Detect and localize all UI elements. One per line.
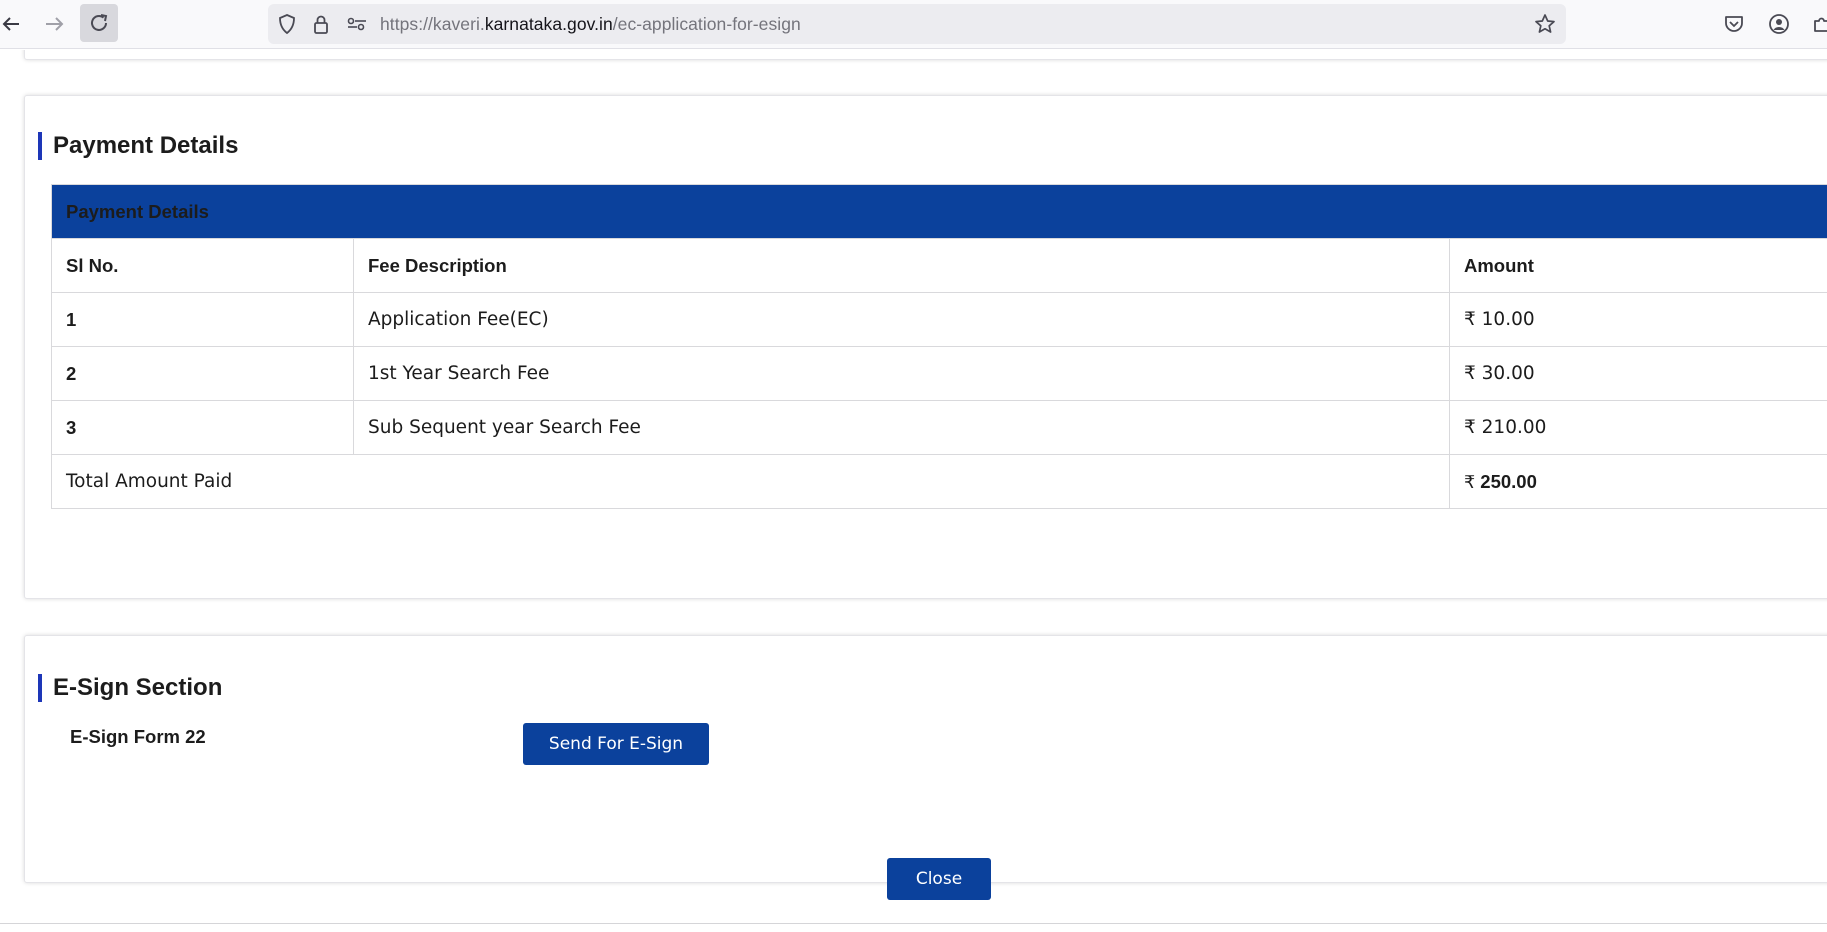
lock-icon[interactable] <box>310 13 332 35</box>
row-fee-description: Application Fee(EC) <box>353 292 1450 347</box>
account-icon[interactable] <box>1767 12 1791 36</box>
row-sl-no: 1 <box>51 292 354 347</box>
page-content: Payment Details Payment Details Sl No. F… <box>0 50 1827 932</box>
browser-toolbar: https://kaveri.karnataka.gov.in/ec-appli… <box>0 0 1827 49</box>
esign-card: E-Sign Section E-Sign Form 22 Send For E… <box>24 635 1827 883</box>
close-button[interactable]: Close <box>887 858 991 900</box>
payment-table-header: Payment Details <box>51 184 1827 239</box>
permissions-icon[interactable] <box>345 13 369 35</box>
row-sl-no: 2 <box>51 346 354 401</box>
payment-table: Payment Details Sl No. Fee Description A… <box>51 184 1827 509</box>
total-currency: ₹ <box>1464 472 1476 493</box>
column-header-amount: Amount <box>1449 238 1827 293</box>
tracking-shield-icon[interactable] <box>276 13 298 35</box>
url-text[interactable]: https://kaveri.karnataka.gov.in/ec-appli… <box>380 14 801 35</box>
payment-section-title: Payment Details <box>38 132 238 160</box>
table-row: 1 Application Fee(EC) ₹ 10.00 <box>51 292 1827 347</box>
previous-card <box>24 50 1827 60</box>
total-amount: 250.00 <box>1480 470 1537 492</box>
payment-details-card: Payment Details Payment Details Sl No. F… <box>24 95 1827 599</box>
forward-arrow-icon[interactable] <box>40 8 70 40</box>
column-header-fee-description: Fee Description <box>353 238 1450 293</box>
row-amount: ₹ 210.00 <box>1449 400 1827 455</box>
url-path: /ec-application-for-esign <box>612 14 801 34</box>
payment-table-title: Payment Details <box>51 184 1827 239</box>
total-label: Total Amount Paid <box>51 454 1450 509</box>
reload-icon[interactable] <box>80 4 118 42</box>
row-sl-no: 3 <box>51 400 354 455</box>
extensions-icon[interactable] <box>1810 12 1827 36</box>
esign-form-label: E-Sign Form 22 <box>70 726 206 747</box>
back-arrow-icon[interactable] <box>0 8 22 40</box>
table-row: 2 1st Year Search Fee ₹ 30.00 <box>51 346 1827 401</box>
url-domain: karnataka.gov.in <box>484 14 613 34</box>
footer-divider <box>0 923 1827 924</box>
bookmark-star-icon[interactable] <box>1533 12 1557 36</box>
row-fee-description: Sub Sequent year Search Fee <box>353 400 1450 455</box>
total-amount-cell: ₹ 250.00 <box>1449 454 1827 509</box>
total-row: Total Amount Paid ₹ 250.00 <box>51 454 1827 509</box>
esign-section-title: E-Sign Section <box>38 674 222 702</box>
payment-column-headers: Sl No. Fee Description Amount <box>51 238 1827 293</box>
send-for-esign-button[interactable]: Send For E-Sign <box>523 723 709 765</box>
row-amount: ₹ 30.00 <box>1449 346 1827 401</box>
row-amount: ₹ 10.00 <box>1449 292 1827 347</box>
table-row: 3 Sub Sequent year Search Fee ₹ 210.00 <box>51 400 1827 455</box>
column-header-sl-no: Sl No. <box>51 238 354 293</box>
row-fee-description: 1st Year Search Fee <box>353 346 1450 401</box>
url-prefix: https://kaveri. <box>380 14 485 34</box>
pocket-icon[interactable] <box>1722 12 1746 36</box>
